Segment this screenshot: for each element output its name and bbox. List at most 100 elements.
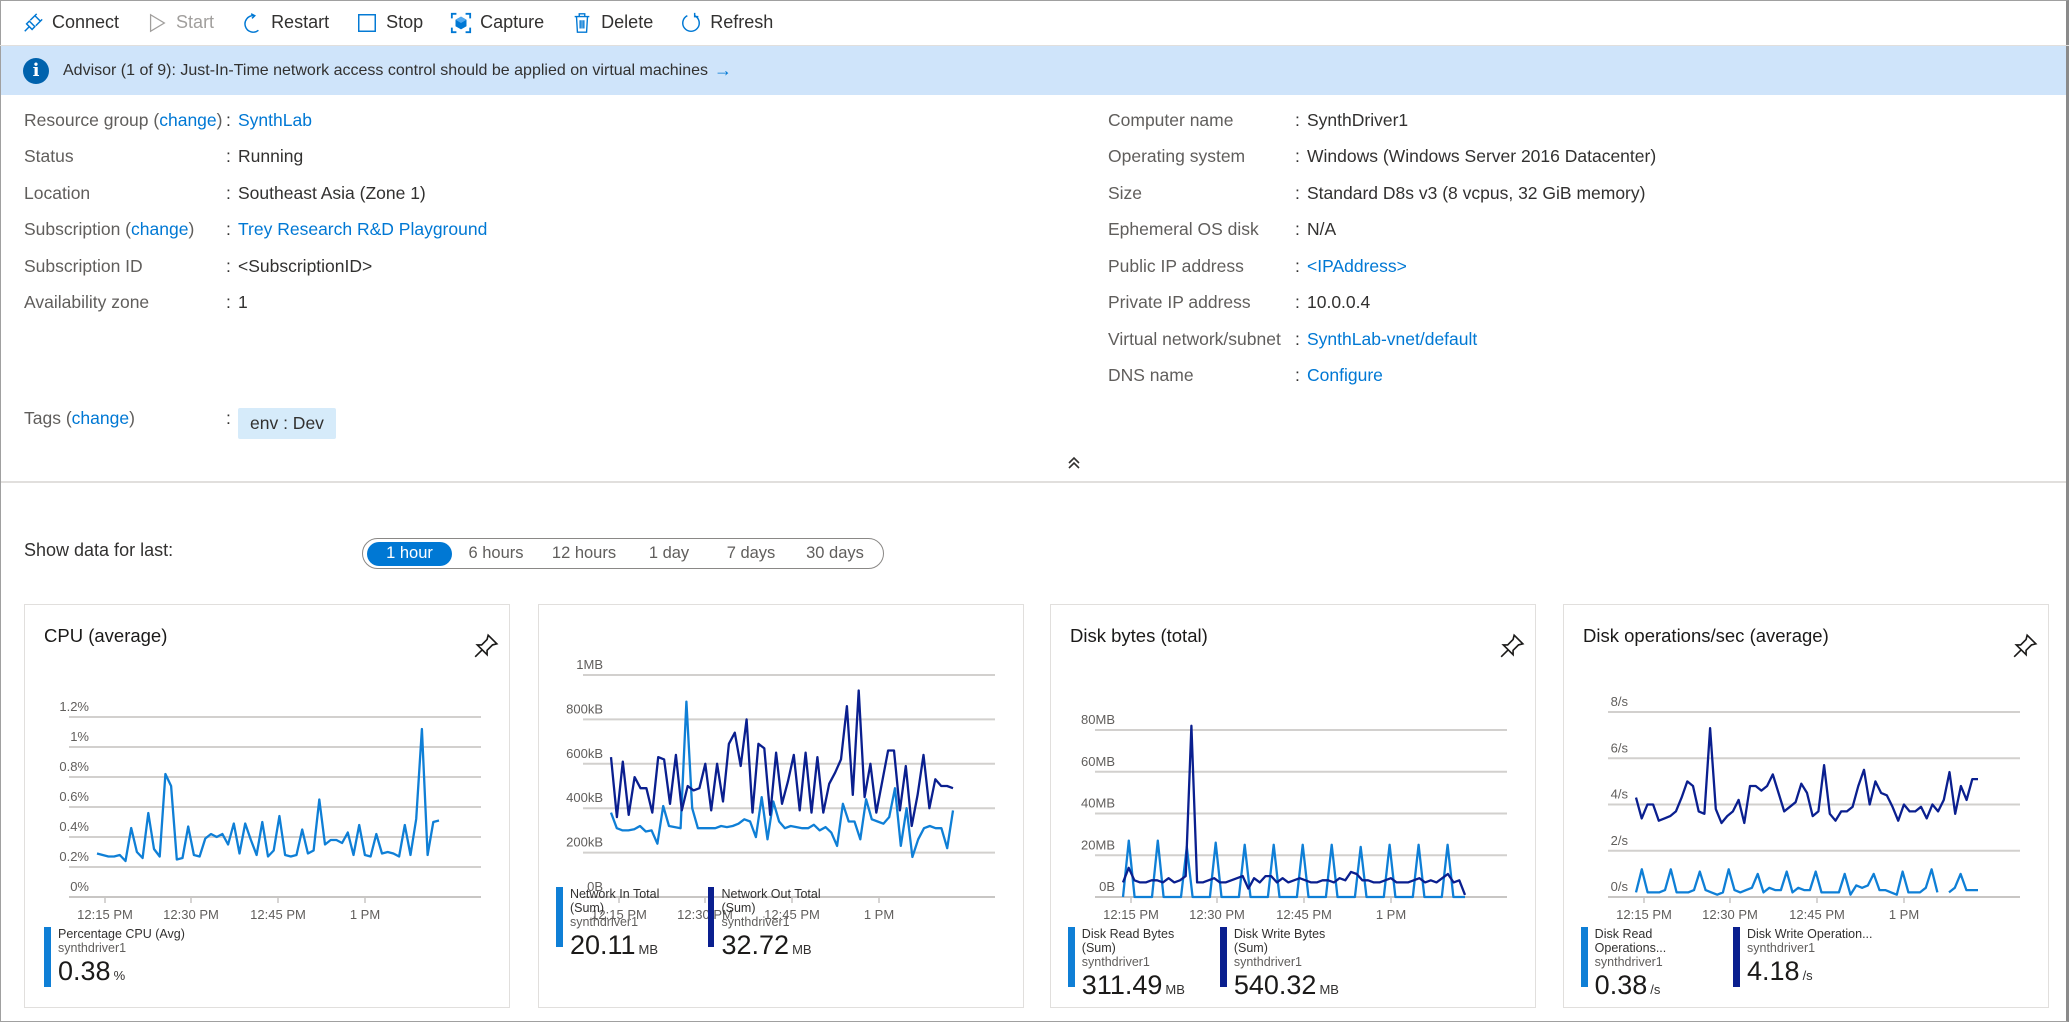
property-value[interactable]: SynthLab-vnet/default [1307,329,1477,350]
timespan-selector: 1 hour 6 hours 12 hours 1 day 7 days 30 days [362,538,884,569]
legend-unit: MB [1165,982,1185,997]
double-chevron-up-icon[interactable] [1066,455,1082,476]
delete-button[interactable]: Delete [571,12,653,34]
y-tick-label: 1% [70,729,89,744]
legend-value: 311.49 [1081,970,1163,1000]
change-tags-link[interactable]: change [72,408,129,428]
timespan-option[interactable]: 1 hour [367,541,452,566]
legend-item[interactable]: Percentage CPU (Avg) synthdriver1 0.38% [44,927,185,987]
capture-button[interactable]: Capture [450,12,544,34]
timespan-option[interactable]: 6 hours [452,542,540,566]
series-line[interactable] [96,727,440,863]
y-tick-label: 1MB [576,657,603,672]
restart-icon [244,12,259,33]
property-label: Subscription (change) [24,219,195,239]
property-value: SynthDriver1 [1307,109,1409,130]
y-tick-label: 800kB [566,701,603,716]
chart-legend: Disk Read Bytes (Sum) synthdriver1 311.49 M… [1068,927,1372,1001]
x-tick-label: 12:45 PM [1276,907,1332,922]
chart-legend: Network In Total (Sum) synthdriver1 20.11 M… [556,887,860,961]
legend-series-name: Network Out Total (Sum) [721,887,821,915]
legend-value: 0.38 [58,956,111,986]
series-line[interactable] [609,700,955,859]
y-tick-label: 0.8% [59,759,89,774]
y-tick-label: 4/s [1611,787,1629,802]
arrow-right-icon[interactable]: → [714,60,732,81]
capture-icon [451,12,472,33]
property-value[interactable]: SynthLab [238,110,312,131]
legend-item[interactable]: Disk Read Bytes (Sum) synthdriver1 311.49 M… [1068,927,1208,1001]
y-tick-label: 400kB [566,790,603,805]
legend-resource: synthdriver1 [1594,955,1663,969]
property-value: Running [238,146,304,166]
legend-color-bar [1733,927,1740,987]
tag-chip[interactable]: env : Dev [238,408,336,439]
property-label: Subscription ID [24,255,143,276]
y-tick-label: 0.6% [59,789,89,804]
legend-value: 4.18 [1747,956,1800,986]
legend-item[interactable]: Network In Total (Sum) synthdriver1 20.11 M… [556,887,696,961]
timespan-option[interactable]: 12 hours [540,542,628,566]
property-value: 1 [238,292,248,312]
legend-unit: % [113,968,126,983]
change-link[interactable]: change [159,110,216,130]
network-chart-card: 0B 200kB 400kB 600kB 800kB 1MB 12:15 PM 12:30 P… [538,604,1024,1008]
y-tick-label: 8/s [1611,694,1629,709]
legend-color-bar [1220,927,1227,987]
stop-icon [358,13,377,32]
property-label: Operating system [1108,146,1246,166]
property-value[interactable]: Configure [1307,365,1383,386]
property-value: Standard D8s v3 (8 vcpus, 32 GiB memory) [1307,182,1646,203]
property-label: Computer name [1108,109,1234,130]
series-line[interactable] [1121,724,1467,896]
play-icon [149,13,166,32]
connect-button[interactable]: Connect [22,12,119,34]
y-tick-label: 0B [1099,879,1115,894]
chart-legend: Percentage CPU (Avg) synthdriver1 0.38% [44,927,197,987]
refresh-button[interactable]: Refresh [680,12,773,34]
legend-series-name: Network In Total (Sum) [569,887,660,915]
x-tick-label: 12:30 PM [1189,907,1245,922]
legend-item[interactable]: Network Out Total (Sum) synthdriver1 32.72… [708,887,848,961]
x-tick-label: 1 PM [1889,907,1919,922]
x-tick-label: 12:30 PM [163,907,219,922]
timespan-option[interactable]: 1 day [628,542,710,566]
legend-item[interactable]: Disk Write Operation... synthdriver1 4.18/… [1733,927,1873,1001]
property-value[interactable]: Trey Research R&D Playground [238,219,487,240]
y-tick-label: 0/s [1611,879,1629,894]
property-label: Status [24,146,74,166]
property-value: N/A [1307,219,1337,239]
series-line[interactable] [1634,868,1978,896]
stop-button[interactable]: Stop [356,12,423,34]
property-value: 10.0.0.4 [1307,292,1371,312]
property-value[interactable]: <IPAddress> [1307,256,1407,277]
property-label: DNS name [1108,365,1194,385]
series-line[interactable] [1634,727,1978,825]
x-tick-label: 12:15 PM [1616,907,1672,922]
y-tick-label: 20MB [1081,837,1115,852]
timespan-option[interactable]: 7 days [710,542,792,566]
legend-series-name: Percentage CPU (Avg) [58,927,185,941]
property-value: <SubscriptionID> [238,255,373,276]
legend-unit: MB [638,942,659,957]
y-tick-label: 6/s [1611,740,1629,755]
y-tick-label: 40MB [1081,796,1115,811]
legend-value: 32.72 [721,930,790,960]
legend-item[interactable]: Disk Write Bytes (Sum) synthdriver1 540.32… [1220,927,1360,1001]
timespan-option[interactable]: 30 days [792,542,878,566]
tags-label: Tags (change) [24,407,135,428]
start-button[interactable]: Start [146,12,214,34]
restart-button[interactable]: Restart [241,12,329,34]
y-tick-label: 200kB [566,835,603,850]
series-line[interactable] [1121,839,1465,899]
legend-unit: MB [1319,982,1339,997]
legend-resource: synthdriver1 [1747,941,1816,955]
property-label: Virtual network/subnet [1108,328,1281,349]
legend-item[interactable]: Disk Read Operations... synthdriver1 0.38/… [1581,927,1721,1001]
legend-series-name: Disk Read Operations... [1594,927,1667,955]
property-value: Southeast Asia (Zone 1) [238,182,426,203]
advisor-banner[interactable]: i Advisor (1 of 9): Just-In-Time network… [1,46,2066,95]
change-link[interactable]: change [131,219,188,239]
property-label: Availability zone [24,292,150,312]
legend-color-bar [556,887,563,947]
